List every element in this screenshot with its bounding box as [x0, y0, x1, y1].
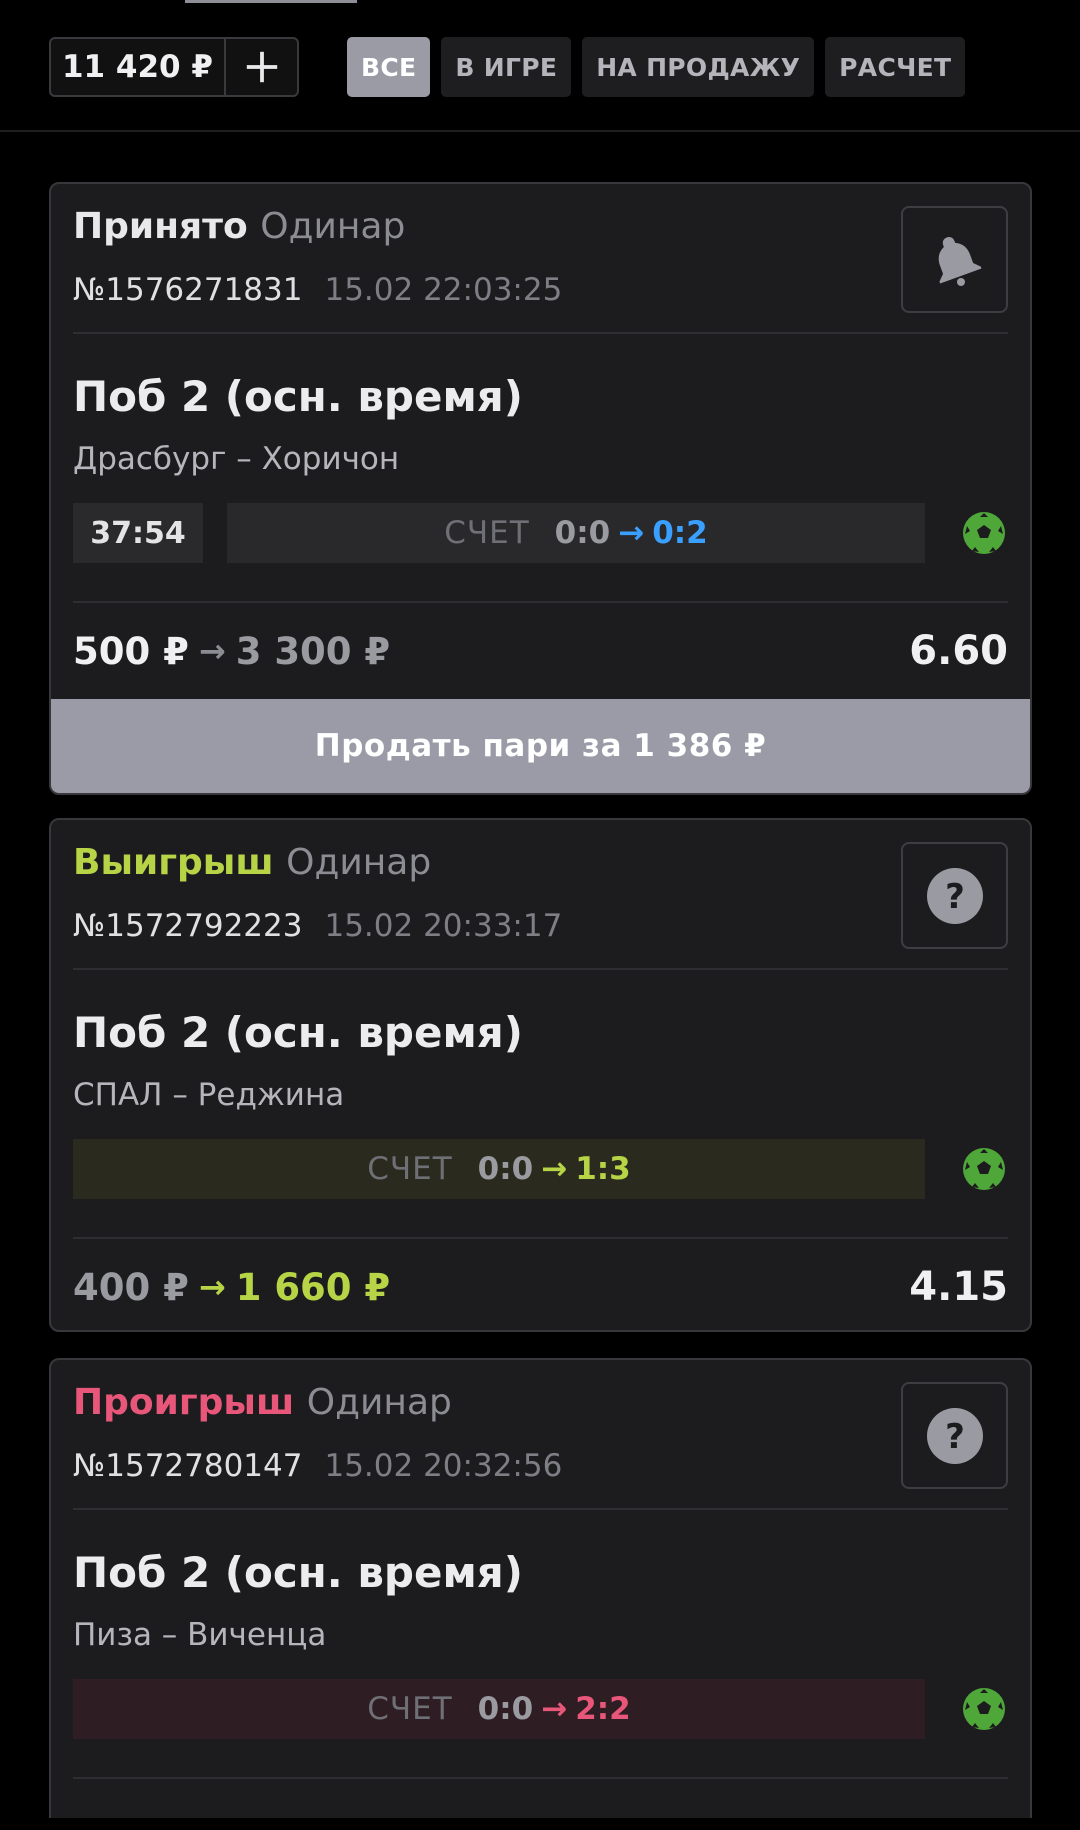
help-button[interactable]: ?: [901, 1382, 1008, 1489]
arrow-right-icon: →: [541, 1151, 568, 1187]
score-label: СЧЕТ: [367, 1691, 453, 1727]
bet-card[interactable]: Проигрыш Одинар №1572780147 15.02 20:32:5…: [49, 1358, 1032, 1818]
score-final: 2:2: [575, 1691, 631, 1727]
match-teams: Пиза – Виченца: [73, 1617, 327, 1653]
stake-amount: 400 ₽: [73, 1265, 189, 1309]
bet-type: Одинар: [286, 842, 432, 883]
score-final: 1:3: [575, 1151, 631, 1187]
bet-id: №1576271831: [73, 272, 303, 308]
match-teams: Драсбург – Хоричон: [73, 441, 400, 477]
score-row: 37:54 СЧЕТ 0:0 → 0:2: [73, 503, 1008, 563]
score-label: СЧЕТ: [444, 515, 530, 551]
bet-datetime: 15.02 20:33:17: [324, 908, 563, 944]
svg-text:?: ?: [945, 1417, 965, 1457]
bet-type: Одинар: [306, 1382, 452, 1423]
score-row: СЧЕТ 0:0 → 2:2: [73, 1679, 1008, 1739]
bet-status: Проигрыш: [73, 1382, 295, 1423]
bet-market: Поб 2 (осн. время): [73, 372, 523, 421]
bet-odds: 6.60: [909, 628, 1008, 674]
match-teams: СПАЛ – Реджина: [73, 1077, 345, 1113]
bet-card[interactable]: Выигрыш Одинар №1572792223 15.02 20:33:17…: [49, 818, 1032, 1332]
bet-status: Принято: [73, 206, 248, 247]
tab-all[interactable]: ВСЕ: [347, 37, 431, 97]
bet-type: Одинар: [260, 206, 406, 247]
arrow-right-icon: →: [198, 1268, 226, 1306]
score-bar: СЧЕТ 0:0 → 2:2: [73, 1679, 925, 1739]
bet-datetime: 15.02 22:03:25: [324, 272, 563, 308]
bet-card[interactable]: Принято Одинар №1576271831 15.02 22:03:25…: [49, 182, 1032, 795]
score-bar: СЧЕТ 0:0 → 1:3: [73, 1139, 925, 1199]
score-initial: 0:0: [477, 1691, 534, 1727]
stake-amount: 500 ₽: [73, 629, 189, 673]
tab-settled[interactable]: РАСЧЕТ: [825, 37, 966, 97]
notification-button[interactable]: [901, 206, 1008, 313]
amounts-row: 400 ₽ → 1 660 ₽ 4.15: [73, 1237, 1008, 1330]
payout-amount: 3 300 ₽: [235, 629, 391, 673]
score-initial: 0:0: [477, 1151, 534, 1187]
arrow-right-icon: →: [541, 1691, 568, 1727]
amounts-row: 500 ₽ → 3 300 ₽ 6.60: [73, 601, 1008, 699]
score-initial: 0:0: [554, 515, 611, 551]
deposit-button[interactable]: [226, 39, 297, 95]
bet-card-header: Выигрыш Одинар №1572792223 15.02 20:33:17…: [73, 820, 1008, 970]
bet-card-header: Проигрыш Одинар №1572780147 15.02 20:32:5…: [73, 1360, 1008, 1510]
score-label: СЧЕТ: [367, 1151, 453, 1187]
bet-id: №1572780147: [73, 1448, 303, 1484]
help-button[interactable]: ?: [901, 842, 1008, 949]
bet-odds: 4.15: [909, 1264, 1008, 1310]
balance-value: 11 420 ₽: [51, 39, 226, 95]
question-icon: ?: [926, 867, 983, 924]
bet-market: Поб 2 (осн. время): [73, 1548, 523, 1597]
payout-amount: 1 660 ₽: [235, 1265, 391, 1309]
sell-bet-button[interactable]: Продать пари за 1 386 ₽: [51, 699, 1030, 793]
bet-id: №1572792223: [73, 908, 303, 944]
header-bar: 11 420 ₽ ВСЕ В ИГРЕ НА ПРОДАЖУ РАСЧЕТ: [0, 0, 1080, 132]
score-bar: СЧЕТ 0:0 → 0:2: [227, 503, 925, 563]
arrow-right-icon: →: [198, 632, 226, 670]
plus-icon: [246, 51, 277, 83]
tab-for-sale[interactable]: НА ПРОДАЖУ: [582, 37, 815, 97]
tab-in-play[interactable]: В ИГРЕ: [441, 37, 572, 97]
svg-text:?: ?: [945, 877, 965, 917]
filter-tabs: ВСЕ В ИГРЕ НА ПРОДАЖУ РАСЧЕТ: [347, 37, 966, 97]
balance-widget: 11 420 ₽: [49, 37, 299, 97]
arrow-right-icon: →: [618, 515, 645, 551]
bet-datetime: 15.02 20:32:56: [324, 1448, 563, 1484]
amounts-row: [73, 1777, 1008, 1817]
score-row: СЧЕТ 0:0 → 1:3: [73, 1139, 1008, 1199]
bet-status: Выигрыш: [73, 842, 274, 883]
bell-icon: [938, 236, 981, 286]
soccer-ball-icon: [963, 1148, 1005, 1190]
score-current: 0:2: [652, 515, 708, 551]
match-timer: 37:54: [73, 503, 203, 563]
bet-card-header: Принято Одинар №1576271831 15.02 22:03:25: [73, 184, 1008, 334]
bet-market: Поб 2 (осн. время): [73, 1008, 523, 1057]
soccer-ball-icon: [963, 1688, 1005, 1730]
soccer-ball-icon: [963, 512, 1005, 554]
question-icon: ?: [926, 1407, 983, 1464]
